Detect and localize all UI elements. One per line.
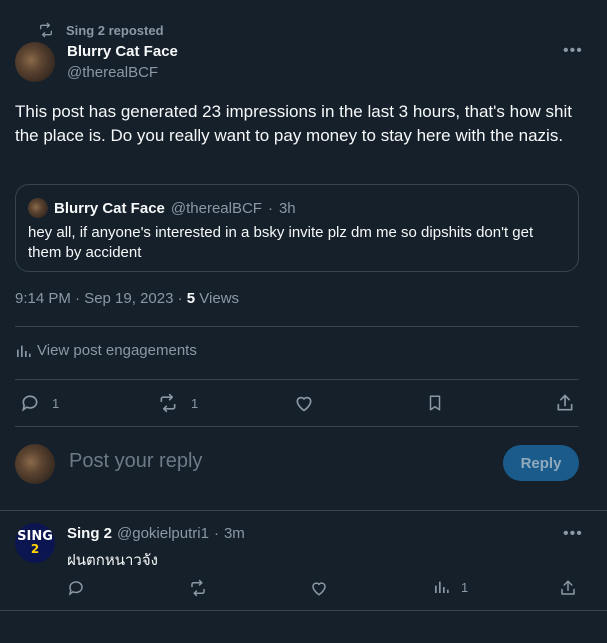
reply-share-button[interactable] <box>559 579 577 597</box>
reply-icon <box>20 393 40 413</box>
reply-submit-button[interactable]: Reply <box>503 445 579 481</box>
view-engagements-label: View post engagements <box>37 342 197 359</box>
heart-icon <box>293 393 315 413</box>
reply-like-button[interactable] <box>310 579 328 597</box>
more-options-icon[interactable]: ••• <box>563 42 583 60</box>
repost-button[interactable]: 1 <box>157 393 198 413</box>
quoted-post[interactable]: Blurry Cat Face @therealBCF · 3h hey all… <box>15 184 579 272</box>
reply-icon <box>67 579 85 597</box>
quoted-author-handle: @therealBCF <box>170 199 262 217</box>
analytics-icon <box>433 579 449 595</box>
quoted-post-header: Blurry Cat Face @therealBCF · 3h <box>28 198 296 218</box>
divider <box>15 326 579 327</box>
author-avatar[interactable] <box>15 42 55 82</box>
reply-input[interactable]: Post your reply <box>69 450 202 473</box>
views-count: 5 <box>186 290 196 307</box>
repost-label: Sing 2 reposted <box>66 22 164 38</box>
sing-logo-number: 2 <box>30 542 40 556</box>
repost-indicator[interactable]: Sing 2 reposted <box>38 20 164 40</box>
divider <box>15 379 579 380</box>
reply-dot-separator: · <box>213 525 219 542</box>
author-handle[interactable]: @therealBCF <box>67 64 158 81</box>
divider <box>15 426 579 427</box>
quoted-dot-separator: · <box>267 199 273 217</box>
reply-time[interactable]: 3m <box>224 525 245 542</box>
quoted-time: 3h <box>278 199 296 217</box>
bookmark-icon <box>426 393 444 413</box>
reply-author-avatar[interactable]: SING 2 <box>15 523 55 563</box>
repost-icon <box>157 393 179 413</box>
share-icon <box>559 579 577 597</box>
reply-count: 1 <box>52 395 60 411</box>
reply-repost-button[interactable] <box>188 579 208 597</box>
post-meta: 9:14 PM · Sep 19, 2023 · 5 Views <box>15 290 239 307</box>
current-user-avatar[interactable] <box>15 444 55 484</box>
author-name[interactable]: Blurry Cat Face <box>67 43 178 60</box>
repost-icon <box>38 22 54 38</box>
repost-count: 1 <box>191 395 199 411</box>
heart-icon <box>310 579 328 597</box>
quoted-author-name: Blurry Cat Face <box>54 199 165 217</box>
reply-views-count: 1 <box>461 579 469 595</box>
view-engagements-link[interactable]: View post engagements <box>15 342 197 359</box>
post-text: This post has generated 23 impressions i… <box>15 102 572 145</box>
like-button[interactable] <box>293 393 315 413</box>
repost-icon <box>188 579 208 597</box>
post-timestamp[interactable]: 9:14 PM · Sep 19, 2023 · <box>15 290 187 307</box>
reply-button[interactable]: 1 <box>20 393 59 413</box>
sing-logo: SING 2 <box>17 530 53 556</box>
reply-text: ฝนตกหนาวจัง <box>67 551 158 569</box>
reply-author-name[interactable]: Sing 2 <box>67 525 112 542</box>
divider <box>0 510 607 511</box>
reply-header: Sing 2 @gokielputri1 · 3m <box>67 525 245 542</box>
share-icon <box>555 393 575 413</box>
bookmark-button[interactable] <box>426 393 444 413</box>
quoted-author-avatar <box>28 198 48 218</box>
analytics-icon <box>15 343 31 359</box>
quoted-text: hey all, if anyone's interested in a bsk… <box>28 224 534 261</box>
reply-more-options-icon[interactable]: ••• <box>563 525 583 543</box>
reply-reply-button[interactable] <box>67 579 85 597</box>
reply-author-handle[interactable]: @gokielputri1 <box>117 525 209 542</box>
views-label: Views <box>195 290 240 307</box>
share-button[interactable] <box>555 393 575 413</box>
divider <box>0 610 607 611</box>
reply-views-button[interactable]: 1 <box>433 579 468 595</box>
